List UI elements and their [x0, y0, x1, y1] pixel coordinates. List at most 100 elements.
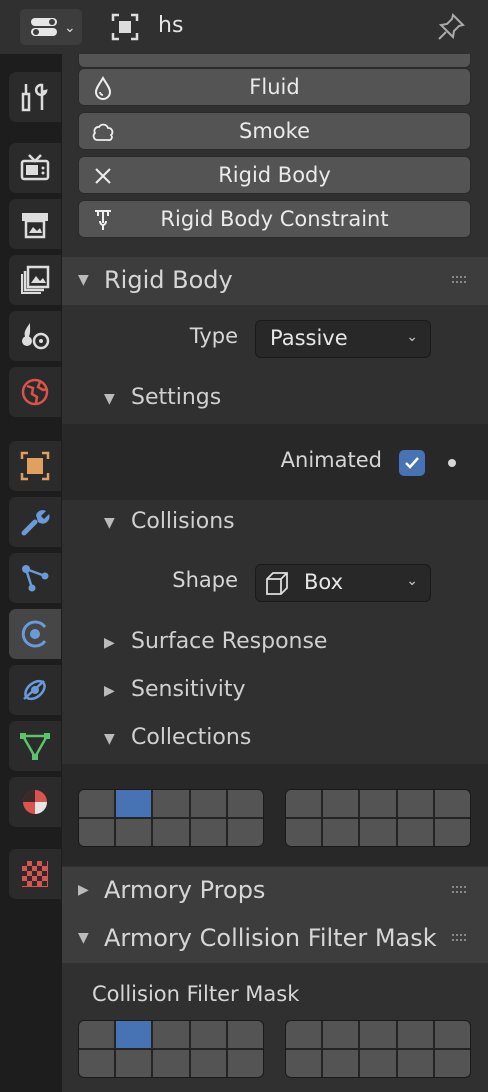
layer-toggle[interactable]: [227, 819, 263, 846]
armory-props-panel-header[interactable]: ▶ Armory Props: [62, 867, 488, 915]
chevron-down-icon: ⌄: [406, 329, 418, 345]
layer-toggle[interactable]: [360, 1021, 396, 1048]
tool-tab[interactable]: [9, 72, 61, 122]
layer-toggle[interactable]: [434, 790, 470, 817]
layer-toggle[interactable]: [79, 1021, 115, 1048]
data-tab[interactable]: [9, 721, 61, 771]
layer-toggle[interactable]: [360, 819, 396, 846]
object-tab[interactable]: [9, 441, 61, 491]
pin-icon[interactable]: [436, 12, 466, 42]
subpanel-title: Collections: [131, 725, 252, 750]
type-value: Passive: [270, 326, 348, 350]
material-tab[interactable]: [9, 777, 61, 827]
subpanel-title: Collisions: [131, 509, 235, 534]
rigid-body-label: Rigid Body: [218, 163, 331, 187]
modifier-tab[interactable]: [9, 497, 61, 547]
layer-toggle[interactable]: [153, 1021, 189, 1048]
type-dropdown[interactable]: Passive ⌄: [255, 320, 431, 358]
layer-toggle[interactable]: [286, 819, 322, 846]
collisions-subpanel-header[interactable]: ▼ Collisions: [62, 502, 488, 546]
physics-tab[interactable]: [9, 609, 61, 659]
view-layer-tab[interactable]: [9, 255, 61, 305]
layer-toggle[interactable]: [434, 1050, 470, 1077]
particles-icon: [22, 565, 49, 592]
physics-icon: [21, 620, 47, 648]
expanded-arrow-icon: ▼: [104, 731, 115, 747]
layer-toggle[interactable]: [323, 1021, 359, 1048]
expanded-arrow-icon: ▼: [104, 391, 115, 407]
layer-toggle[interactable]: [190, 1021, 226, 1048]
layer-toggle[interactable]: [397, 1021, 433, 1048]
panel-title: Armory Props: [104, 876, 266, 904]
drag-handle-icon[interactable]: [452, 884, 468, 896]
layer-toggle[interactable]: [286, 1021, 322, 1048]
surface-response-subpanel-header[interactable]: ▶ Surface Response: [62, 622, 488, 666]
layer-toggle[interactable]: [323, 1050, 359, 1077]
fluid-button[interactable]: Fluid: [78, 68, 471, 106]
layer-toggle[interactable]: [79, 1050, 115, 1077]
layer-toggle[interactable]: [323, 819, 359, 846]
drag-handle-icon[interactable]: [452, 932, 468, 944]
layer-toggle[interactable]: [227, 1050, 263, 1077]
properties-main: Fluid Smoke Rigid Body Rigid Body Constr…: [62, 54, 488, 1092]
rigid-body-button[interactable]: Rigid Body: [78, 156, 471, 194]
fluid-label: Fluid: [249, 75, 300, 99]
expanded-arrow-icon: ▼: [78, 930, 89, 946]
settings-subpanel-header[interactable]: ▼ Settings: [62, 378, 488, 422]
tool-icon: [21, 83, 48, 112]
layer-toggle[interactable]: [153, 1050, 189, 1077]
keyframe-dot[interactable]: [448, 459, 456, 467]
layer-toggle[interactable]: [286, 1050, 322, 1077]
panel-title: Armory Collision Filter Mask: [104, 924, 437, 952]
rigid-body-panel-header[interactable]: ▼ Rigid Body: [62, 257, 488, 305]
layer-toggle[interactable]: [79, 819, 115, 846]
layer-toggle[interactable]: [116, 1050, 152, 1077]
layer-toggle[interactable]: [323, 790, 359, 817]
layer-toggle[interactable]: [116, 790, 152, 817]
layer-toggle[interactable]: [190, 790, 226, 817]
shape-dropdown[interactable]: Box ⌄: [255, 564, 431, 602]
partially-hidden-button[interactable]: [78, 54, 471, 68]
output-tab[interactable]: [9, 199, 61, 249]
collision-filter-mask-label: Collision Filter Mask: [92, 982, 300, 1006]
collision-mask-layers-right[interactable]: [285, 1020, 471, 1078]
drag-handle-icon[interactable]: [452, 274, 468, 286]
layer-toggle[interactable]: [397, 819, 433, 846]
collections-subpanel-header[interactable]: ▼ Collections: [62, 718, 488, 762]
layer-toggle[interactable]: [360, 1050, 396, 1077]
layer-toggle[interactable]: [190, 819, 226, 846]
layer-toggle[interactable]: [116, 1021, 152, 1048]
constraints-tab[interactable]: [9, 665, 61, 715]
editor-type-dropdown[interactable]: ⌄: [20, 9, 82, 45]
collision-mask-layers-left[interactable]: [78, 1020, 264, 1078]
armory-collision-panel-header[interactable]: ▼ Armory Collision Filter Mask: [62, 915, 488, 963]
layer-toggle[interactable]: [227, 1021, 263, 1048]
particles-tab[interactable]: [9, 553, 61, 603]
layer-toggle[interactable]: [434, 1021, 470, 1048]
collection-layers-left[interactable]: [78, 789, 264, 847]
scene-tab[interactable]: [9, 311, 61, 361]
layer-toggle[interactable]: [434, 819, 470, 846]
animated-checkbox[interactable]: [399, 450, 425, 476]
layer-toggle[interactable]: [190, 1050, 226, 1077]
layer-toggle[interactable]: [116, 819, 152, 846]
layer-toggle[interactable]: [153, 790, 189, 817]
render-tab[interactable]: [9, 143, 61, 193]
panel-title: Rigid Body: [104, 266, 233, 294]
texture-tab[interactable]: [9, 849, 61, 899]
world-tab[interactable]: [9, 367, 61, 417]
material-icon: [23, 790, 47, 814]
layer-toggle[interactable]: [286, 790, 322, 817]
smoke-button[interactable]: Smoke: [78, 112, 471, 150]
collection-layers-right[interactable]: [285, 789, 471, 847]
object-name: hs: [158, 13, 184, 38]
layer-toggle[interactable]: [360, 790, 396, 817]
layer-toggle[interactable]: [397, 790, 433, 817]
layer-toggle[interactable]: [227, 790, 263, 817]
sensitivity-subpanel-header[interactable]: ▶ Sensitivity: [62, 670, 488, 714]
layer-toggle[interactable]: [397, 1050, 433, 1077]
layer-toggle[interactable]: [79, 790, 115, 817]
layer-toggle[interactable]: [153, 819, 189, 846]
properties-editor-icon: [31, 18, 57, 36]
rigid-body-constraint-button[interactable]: Rigid Body Constraint: [78, 200, 471, 238]
